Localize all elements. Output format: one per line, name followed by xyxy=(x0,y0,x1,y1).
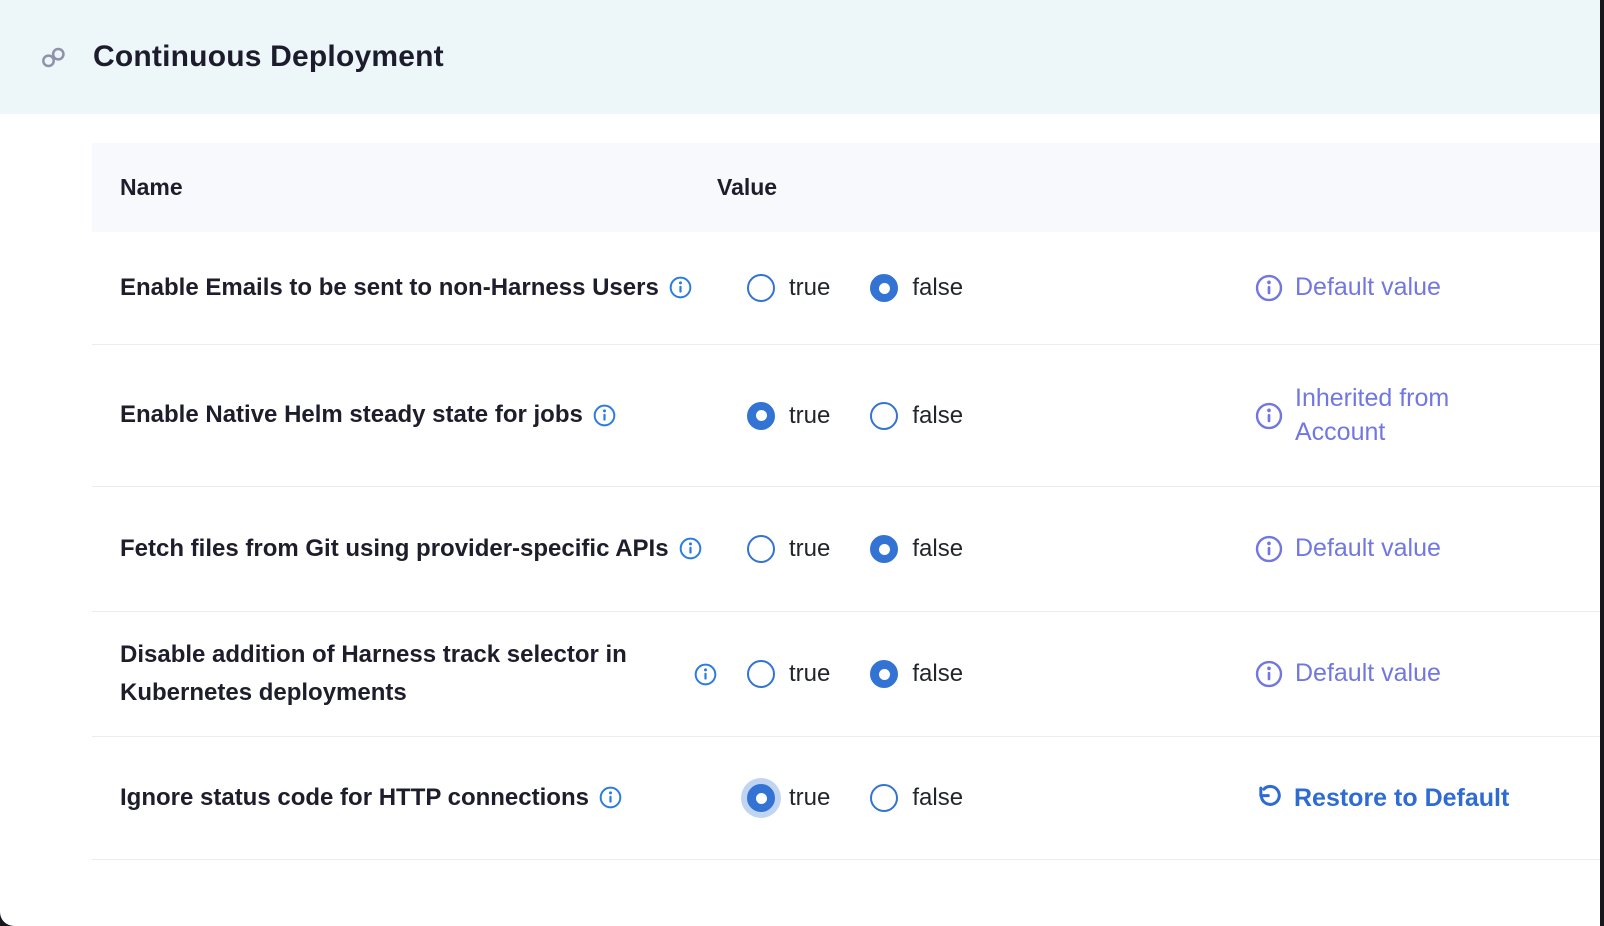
setting-status-cell: Default value xyxy=(1237,532,1600,566)
setting-name: Enable Native Helm steady state for jobs xyxy=(120,396,583,434)
radio-option-true: true xyxy=(747,660,830,688)
setting-name: Enable Emails to be sent to non-Harness … xyxy=(120,269,659,307)
settings-table: Name Value Enable Emails to be sent to n… xyxy=(92,143,1600,860)
radio-true[interactable] xyxy=(747,784,775,812)
setting-name-cell: Enable Emails to be sent to non-Harness … xyxy=(92,269,717,307)
info-icon[interactable] xyxy=(679,537,702,560)
table-row: Ignore status code for HTTP connections … xyxy=(92,737,1600,860)
radio-true[interactable] xyxy=(747,402,775,430)
info-icon[interactable] xyxy=(1255,660,1283,688)
setting-value-cell: true false xyxy=(717,784,1237,812)
setting-value-cell: true false xyxy=(717,535,1237,563)
restore-label: Restore to Default xyxy=(1294,784,1509,813)
setting-status-cell: Restore to Default xyxy=(1237,784,1600,813)
restore-icon xyxy=(1255,784,1283,812)
setting-value-cell: true false xyxy=(717,660,1237,688)
radio-option-true: true xyxy=(747,274,830,302)
setting-status-cell: Default value xyxy=(1237,657,1600,691)
radio-true-label[interactable]: true xyxy=(789,274,830,302)
setting-value-cell: true false xyxy=(717,402,1237,430)
setting-name: Fetch files from Git using provider-spec… xyxy=(120,530,669,568)
radio-true-label[interactable]: true xyxy=(789,784,830,812)
radio-option-false: false xyxy=(870,274,963,302)
radio-true-label[interactable]: true xyxy=(789,660,830,688)
radio-false-label[interactable]: false xyxy=(912,784,963,812)
radio-false-label[interactable]: false xyxy=(912,402,963,430)
table-header-row: Name Value xyxy=(92,143,1600,232)
radio-false[interactable] xyxy=(870,784,898,812)
info-icon[interactable] xyxy=(669,276,692,299)
radio-true[interactable] xyxy=(747,274,775,302)
status-label: Inherited from Account xyxy=(1295,382,1495,450)
info-icon[interactable] xyxy=(1255,274,1283,302)
table-row: Fetch files from Git using provider-spec… xyxy=(92,487,1600,612)
setting-name: Ignore status code for HTTP connections xyxy=(120,779,589,817)
radio-true-label[interactable]: true xyxy=(789,402,830,430)
radio-true[interactable] xyxy=(747,660,775,688)
info-icon[interactable] xyxy=(593,404,616,427)
radio-true-label[interactable]: true xyxy=(789,535,830,563)
info-icon[interactable] xyxy=(599,786,622,809)
status-label: Default value xyxy=(1295,657,1441,691)
info-icon[interactable] xyxy=(694,663,717,686)
setting-name: Disable addition of Harness track select… xyxy=(120,636,684,713)
setting-value-cell: true false xyxy=(717,274,1237,302)
radio-option-true: true xyxy=(747,535,830,563)
radio-option-false: false xyxy=(870,402,963,430)
table-row: Enable Native Helm steady state for jobs… xyxy=(92,345,1600,487)
radio-false[interactable] xyxy=(870,402,898,430)
table-row: Enable Emails to be sent to non-Harness … xyxy=(92,232,1600,345)
setting-status-cell: Default value xyxy=(1237,271,1600,305)
radio-false-label[interactable]: false xyxy=(912,274,963,302)
section-header: Continuous Deployment xyxy=(0,0,1600,114)
setting-name-cell: Enable Native Helm steady state for jobs xyxy=(92,396,717,434)
radio-option-true: true xyxy=(747,784,830,812)
radio-false[interactable] xyxy=(870,535,898,563)
setting-status-cell: Inherited from Account xyxy=(1237,382,1600,450)
setting-name-cell: Ignore status code for HTTP connections xyxy=(92,779,717,817)
radio-option-false: false xyxy=(870,660,963,688)
status-label: Default value xyxy=(1295,271,1441,305)
info-icon[interactable] xyxy=(1255,402,1283,430)
restore-to-default-button[interactable]: Restore to Default xyxy=(1237,784,1509,813)
setting-name-cell: Disable addition of Harness track select… xyxy=(92,636,717,713)
table-row: Disable addition of Harness track select… xyxy=(92,612,1600,737)
radio-false[interactable] xyxy=(870,274,898,302)
radio-false-label[interactable]: false xyxy=(912,660,963,688)
setting-name-cell: Fetch files from Git using provider-spec… xyxy=(92,530,717,568)
radio-option-true: true xyxy=(747,402,830,430)
page-title: Continuous Deployment xyxy=(93,40,444,74)
status-label: Default value xyxy=(1295,532,1441,566)
link-icon[interactable] xyxy=(40,44,67,71)
radio-option-false: false xyxy=(870,784,963,812)
radio-false[interactable] xyxy=(870,660,898,688)
info-icon[interactable] xyxy=(1255,535,1283,563)
settings-page: Continuous Deployment Name Value Enable … xyxy=(0,0,1600,926)
radio-true[interactable] xyxy=(747,535,775,563)
radio-false-label[interactable]: false xyxy=(912,535,963,563)
column-header-value: Value xyxy=(717,174,1237,201)
column-header-name: Name xyxy=(92,174,717,201)
radio-option-false: false xyxy=(870,535,963,563)
